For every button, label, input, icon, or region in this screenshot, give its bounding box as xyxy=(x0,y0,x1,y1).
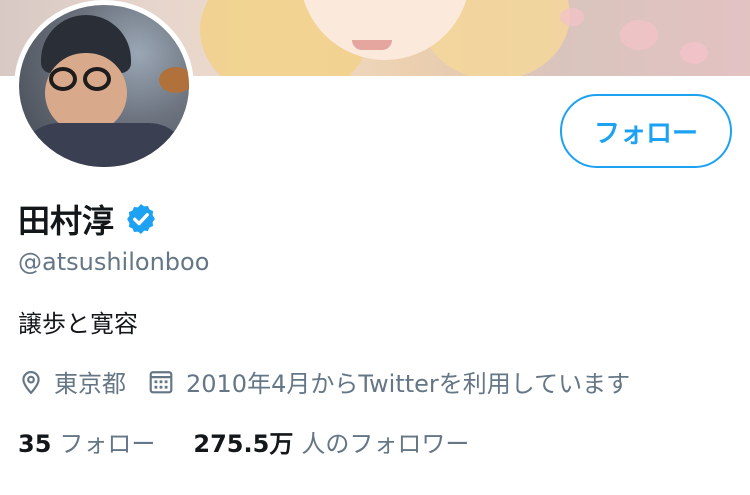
location-pin-icon xyxy=(22,370,40,394)
avatar-head xyxy=(45,53,127,133)
profile-name: 田村淳 xyxy=(18,202,115,240)
profile-location: 東京都 xyxy=(54,370,126,398)
avatar-glasses xyxy=(49,67,77,91)
profile-joined-date: 2010年4月からTwitterを利用しています xyxy=(186,370,631,398)
avatar-shirt xyxy=(19,123,189,167)
followers-label: 人のフォロワー xyxy=(301,430,470,458)
profile-handle: @atsushilonboo xyxy=(18,248,210,276)
following-link[interactable]: 35 フォロー xyxy=(18,424,155,459)
profile-stats: 35 フォロー 275.5万 人のフォロワー xyxy=(18,424,469,459)
followers-link[interactable]: 275.5万 人のフォロワー xyxy=(193,424,469,459)
following-label: フォロー xyxy=(59,430,156,458)
calendar-icon xyxy=(149,370,173,393)
banner-art-petal xyxy=(620,20,658,50)
profile-bio: 譲歩と寛容 xyxy=(18,310,138,338)
profile-meta: 東京都 2010年4月からTwitterを利用しています xyxy=(18,364,630,399)
verified-badge-icon xyxy=(127,204,155,234)
banner-art-mouth xyxy=(352,40,392,50)
profile-name-row: 田村淳 xyxy=(18,196,158,242)
following-count: 35 xyxy=(18,430,52,458)
avatar-food xyxy=(159,67,189,93)
avatar[interactable] xyxy=(14,0,194,172)
banner-art-petal xyxy=(680,42,708,64)
avatar-glasses xyxy=(83,67,111,91)
banner-art-petal xyxy=(560,8,584,26)
followers-count: 275.5万 xyxy=(193,430,294,458)
follow-button[interactable]: フォロー xyxy=(560,94,732,168)
